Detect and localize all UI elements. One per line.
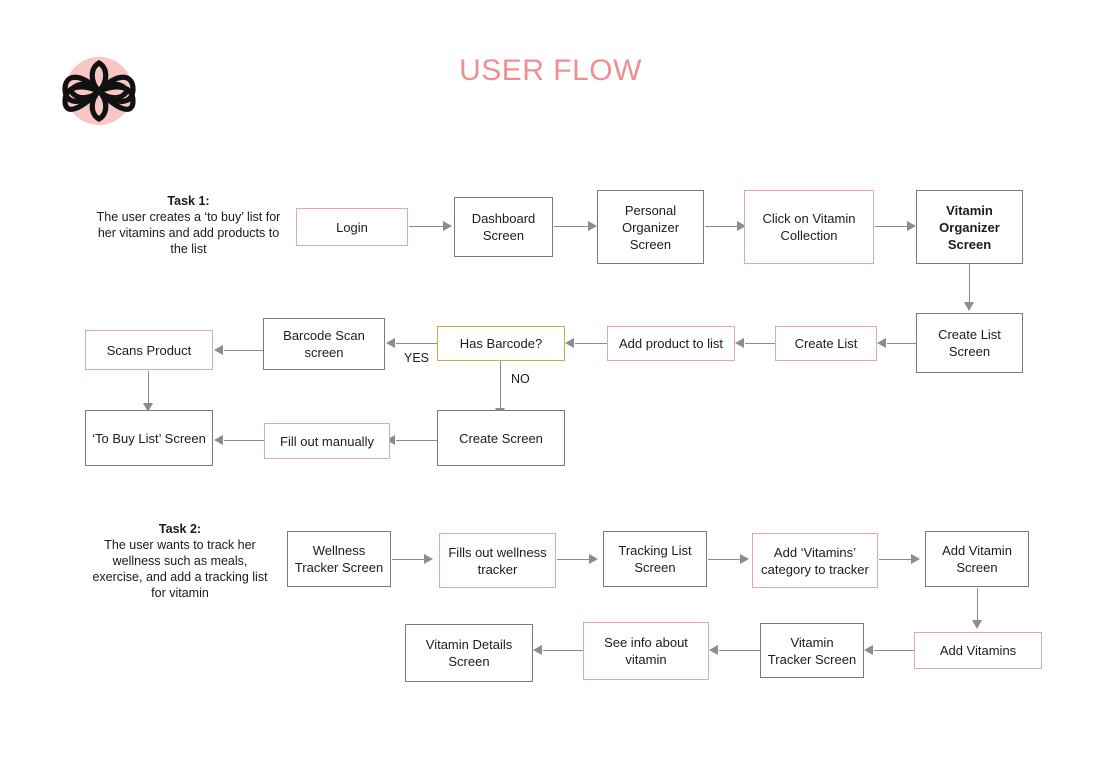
connector-has-barcode-yes-to-barcode-scan xyxy=(396,343,437,345)
node-create-list-screen[interactable]: Create List Screen xyxy=(916,313,1023,373)
node-add-vitamin-screen[interactable]: Add Vitamin Screen xyxy=(925,531,1029,587)
connector-has-barcode-no-to-create-screen xyxy=(500,361,502,409)
node-has-barcode-decision-label: Has Barcode? xyxy=(459,336,543,351)
node-add-product-to-list-label: Add product to list xyxy=(618,336,724,351)
connector-vitamin-organizer-to-create-list-screen xyxy=(969,264,971,303)
node-dashboard-screen-label: Dashboard Screen xyxy=(471,211,536,243)
node-vitamin-organizer-screen-label: Vitamin Organizer Screen xyxy=(939,202,1000,252)
connector-wellness-tracker-to-fills-out-wellness xyxy=(392,559,425,561)
node-create-list-screen-label: Create List Screen xyxy=(938,327,1001,359)
node-barcode-scan-screen-label: Barcode Scan screen xyxy=(283,328,365,360)
connector-tracking-list-to-add-vitamins-category xyxy=(708,559,741,561)
node-barcode-scan-screen[interactable]: Barcode Scan screen xyxy=(263,318,385,370)
arrowhead-tracking-list-to-add-vitamins-category xyxy=(740,554,749,564)
arrowhead-create-list-to-add-product xyxy=(735,338,744,348)
edge-label-no: NO xyxy=(511,372,530,386)
node-add-product-to-list[interactable]: Add product to list xyxy=(607,326,735,361)
edge-label-yes: YES xyxy=(404,351,430,365)
node-create-list-label: Create List xyxy=(794,336,858,351)
node-vitamin-tracker-screen[interactable]: Vitamin Tracker Screen xyxy=(760,623,864,678)
connector-add-vitamin-screen-to-add-vitamins xyxy=(977,588,979,621)
connector-create-screen-to-fill-out-manually xyxy=(396,440,437,442)
node-personal-organizer-screen-label: Personal Organizer Screen xyxy=(621,202,680,252)
node-click-on-vitamin-collection[interactable]: Click on Vitamin Collection xyxy=(744,190,874,264)
node-fills-out-wellness-tracker-label: Fills out wellness tracker xyxy=(448,544,547,577)
connector-see-info-to-vitamin-details xyxy=(543,650,583,652)
node-dashboard-screen[interactable]: Dashboard Screen xyxy=(454,197,553,257)
node-scans-product-label: Scans Product xyxy=(106,342,192,358)
node-see-info-about-vitamin[interactable]: See info about vitamin xyxy=(583,622,709,680)
arrowhead-create-list-screen-to-create-list xyxy=(877,338,886,348)
connector-add-vitamins-to-vitamin-tracker xyxy=(874,650,914,652)
connector-login-to-dashboard xyxy=(409,226,444,228)
arrowhead-see-info-to-vitamin-details xyxy=(533,645,542,655)
node-wellness-tracker-screen[interactable]: Wellness Tracker Screen xyxy=(287,531,391,587)
arrowhead-vitamin-tracker-to-see-info xyxy=(709,645,718,655)
node-has-barcode-decision[interactable]: Has Barcode? xyxy=(437,326,565,361)
arrowhead-has-barcode-yes-to-barcode-scan xyxy=(386,338,395,348)
task-2-heading: Task 2: xyxy=(158,522,202,536)
node-vitamin-details-screen-label: Vitamin Details Screen xyxy=(425,637,513,669)
page-title: USER FLOW xyxy=(459,54,642,87)
arrowhead-wellness-tracker-to-fills-out-wellness xyxy=(424,554,433,564)
arrowhead-dashboard-to-personal-organizer xyxy=(588,221,597,231)
node-add-vitamins[interactable]: Add Vitamins xyxy=(914,632,1042,669)
arrowhead-login-to-dashboard xyxy=(443,221,452,231)
connector-add-vitamins-category-to-add-vitamin-screen xyxy=(879,559,912,561)
node-vitamin-details-screen[interactable]: Vitamin Details Screen xyxy=(405,624,533,682)
arrowhead-add-product-to-has-barcode xyxy=(565,338,574,348)
user-flow-diagram-canvas: USER FLOW Task 1: The user creates a ‘to… xyxy=(0,0,1101,762)
node-add-vitamins-category-to-tracker[interactable]: Add ‘Vitamins’ category to tracker xyxy=(752,533,878,588)
connector-create-list-to-add-product xyxy=(745,343,775,345)
connector-click-vitamin-to-vitamin-organizer xyxy=(875,226,908,228)
connector-barcode-scan-to-scans-product xyxy=(224,350,263,352)
arrowhead-vitamin-organizer-to-create-list-screen xyxy=(964,302,974,311)
arrowhead-click-vitamin-to-vitamin-organizer xyxy=(907,221,916,231)
node-create-screen-label: Create Screen xyxy=(459,430,543,446)
connector-create-list-screen-to-create-list xyxy=(887,343,916,345)
node-create-list[interactable]: Create List xyxy=(775,326,877,361)
node-tracking-list-screen[interactable]: Tracking List Screen xyxy=(603,531,707,587)
node-wellness-tracker-screen-label: Wellness Tracker Screen xyxy=(294,543,384,575)
connector-scans-product-to-to-buy-list xyxy=(148,371,150,404)
node-login-label: Login xyxy=(336,219,368,235)
task-1-caption: Task 1: The user creates a ‘to buy’ list… xyxy=(96,193,281,257)
arrowhead-fills-out-wellness-to-tracking-list xyxy=(589,554,598,564)
node-create-screen[interactable]: Create Screen xyxy=(437,410,565,466)
connector-add-product-to-has-barcode xyxy=(575,343,607,345)
node-click-on-vitamin-collection-label: Click on Vitamin Collection xyxy=(762,211,856,243)
task-2-description: The user wants to track her wellness suc… xyxy=(92,538,268,600)
node-fill-out-manually-label: Fill out manually xyxy=(280,433,374,449)
node-fills-out-wellness-tracker[interactable]: Fills out wellness tracker xyxy=(439,533,556,588)
node-add-vitamins-label: Add Vitamins xyxy=(939,643,1017,658)
connector-vitamin-tracker-to-see-info xyxy=(719,650,760,652)
arrowhead-add-vitamins-category-to-add-vitamin-screen xyxy=(911,554,920,564)
connector-dashboard-to-personal-organizer xyxy=(554,226,589,228)
node-to-buy-list-screen[interactable]: ‘To Buy List’ Screen xyxy=(85,410,213,466)
node-personal-organizer-screen[interactable]: Personal Organizer Screen xyxy=(597,190,704,264)
task-2-caption: Task 2: The user wants to track her well… xyxy=(90,521,270,601)
arrowhead-add-vitamin-screen-to-add-vitamins xyxy=(972,620,982,629)
node-add-vitamin-screen-label: Add Vitamin Screen xyxy=(942,543,1012,575)
node-see-info-about-vitamin-label: See info about vitamin xyxy=(604,635,688,667)
task-1-heading: Task 1: xyxy=(167,194,210,208)
arrowhead-fill-out-manually-to-to-buy-list xyxy=(214,435,223,445)
connector-fill-out-manually-to-to-buy-list xyxy=(224,440,264,442)
node-tracking-list-screen-label: Tracking List Screen xyxy=(618,543,692,575)
node-vitamin-organizer-screen[interactable]: Vitamin Organizer Screen xyxy=(916,190,1023,264)
node-add-vitamins-category-to-tracker-label: Add ‘Vitamins’ category to tracker xyxy=(761,544,869,577)
node-to-buy-list-screen-label: ‘To Buy List’ Screen xyxy=(92,430,206,446)
arrowhead-add-vitamins-to-vitamin-tracker xyxy=(864,645,873,655)
arrowhead-barcode-scan-to-scans-product xyxy=(214,345,223,355)
node-scans-product[interactable]: Scans Product xyxy=(85,330,213,370)
node-vitamin-tracker-screen-label: Vitamin Tracker Screen xyxy=(767,634,857,667)
node-fill-out-manually[interactable]: Fill out manually xyxy=(264,423,390,459)
connector-personal-organizer-to-click-vitamin xyxy=(705,226,738,228)
task-1-description: The user creates a ‘to buy’ list for her… xyxy=(96,210,281,256)
connector-fills-out-wellness-to-tracking-list xyxy=(557,559,590,561)
node-login[interactable]: Login xyxy=(296,208,408,246)
